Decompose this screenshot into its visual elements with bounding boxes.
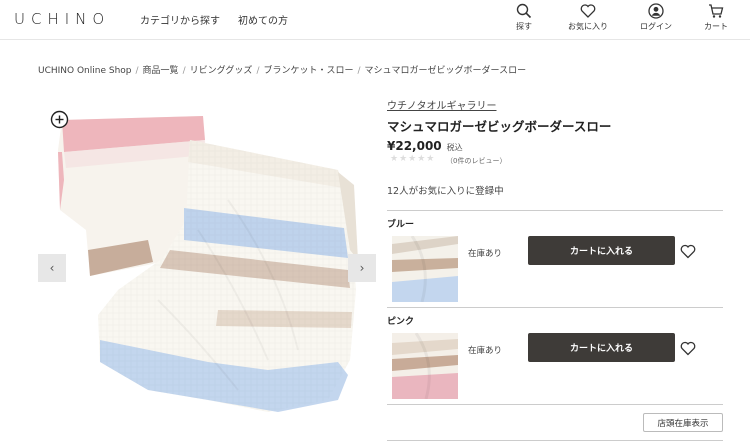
favorite-pink-heart-icon[interactable]	[680, 341, 696, 356]
header-favorites-button[interactable]: お気に入り	[566, 3, 610, 32]
breadcrumb-separator: /	[357, 66, 361, 76]
breadcrumb: UCHINO Online Shop / 商品一覧 / リビンググッズ / ブランケット・ス…	[38, 63, 526, 76]
header-cart-button[interactable]: カート	[694, 3, 738, 32]
search-icon	[516, 3, 532, 19]
variant-swatch-pink[interactable]	[392, 333, 458, 399]
product-gallery: ‹ ›	[38, 100, 378, 420]
divider	[387, 440, 723, 441]
cart-label: カート	[704, 22, 728, 31]
tax-label: 税込	[446, 143, 463, 152]
breadcrumb-products[interactable]: 商品一覧	[143, 66, 179, 76]
header-search-button[interactable]: 探す	[502, 3, 546, 32]
divider	[387, 210, 723, 211]
header-login-button[interactable]: ログイン	[634, 3, 678, 32]
breadcrumb-separator: /	[135, 66, 139, 76]
store-stock-button[interactable]: 店頭在庫表示	[643, 413, 723, 432]
heart-icon	[580, 4, 596, 18]
variant-label-pink: ピンク	[387, 317, 415, 327]
chevron-left-icon: ‹	[49, 261, 55, 275]
breadcrumb-living[interactable]: リビンググッズ	[190, 66, 253, 76]
zoom-in-icon[interactable]	[50, 110, 69, 129]
stock-status-blue: 在庫あり	[468, 249, 503, 259]
user-icon	[648, 3, 664, 19]
brand-link[interactable]: ウチノタオルギャラリー	[387, 97, 497, 112]
favorites-label: お気に入り	[568, 22, 608, 31]
price-value: ¥22,000	[387, 139, 442, 153]
product-title: マシュマロガーゼビッグボーダースロー	[387, 119, 612, 134]
gallery-prev-button[interactable]: ‹	[38, 254, 66, 282]
breadcrumb-separator: /	[256, 66, 260, 76]
stock-status-pink: 在庫あり	[468, 346, 503, 356]
chevron-right-icon: ›	[359, 261, 365, 275]
product-price: ¥22,000 税込	[387, 139, 463, 153]
nav-categories[interactable]: カテゴリから探す	[140, 12, 220, 27]
breadcrumb-current: マシュマロガーゼビッグボーダースロー	[364, 66, 527, 76]
site-logo[interactable]: UCHINO	[14, 10, 110, 28]
variant-label-blue: ブルー	[387, 220, 415, 230]
add-to-cart-blue-button[interactable]: カートに入れる	[528, 236, 675, 265]
site-header: UCHINO カテゴリから探す 初めての方 探す お気に入り ログイン カート	[0, 0, 750, 40]
product-image[interactable]	[38, 100, 378, 420]
breadcrumb-blanket[interactable]: ブランケット・スロー	[263, 66, 353, 76]
breadcrumb-separator: /	[182, 66, 186, 76]
rating-stars: ★★★★★	[390, 154, 436, 164]
breadcrumb-home[interactable]: UCHINO Online Shop	[38, 66, 132, 76]
favorites-count: 12人がお気に入りに登録中	[387, 186, 504, 197]
add-to-cart-pink-button[interactable]: カートに入れる	[528, 333, 675, 362]
review-count[interactable]: （0件のレビュー）	[446, 156, 506, 166]
nav-first-time[interactable]: 初めての方	[238, 12, 288, 27]
search-label: 探す	[516, 22, 532, 31]
favorite-blue-heart-icon[interactable]	[680, 244, 696, 259]
login-label: ログイン	[640, 22, 672, 31]
variant-swatch-blue[interactable]	[392, 236, 458, 302]
cart-icon	[709, 4, 724, 18]
gallery-next-button[interactable]: ›	[348, 254, 376, 282]
divider	[387, 307, 723, 308]
divider	[387, 404, 723, 405]
